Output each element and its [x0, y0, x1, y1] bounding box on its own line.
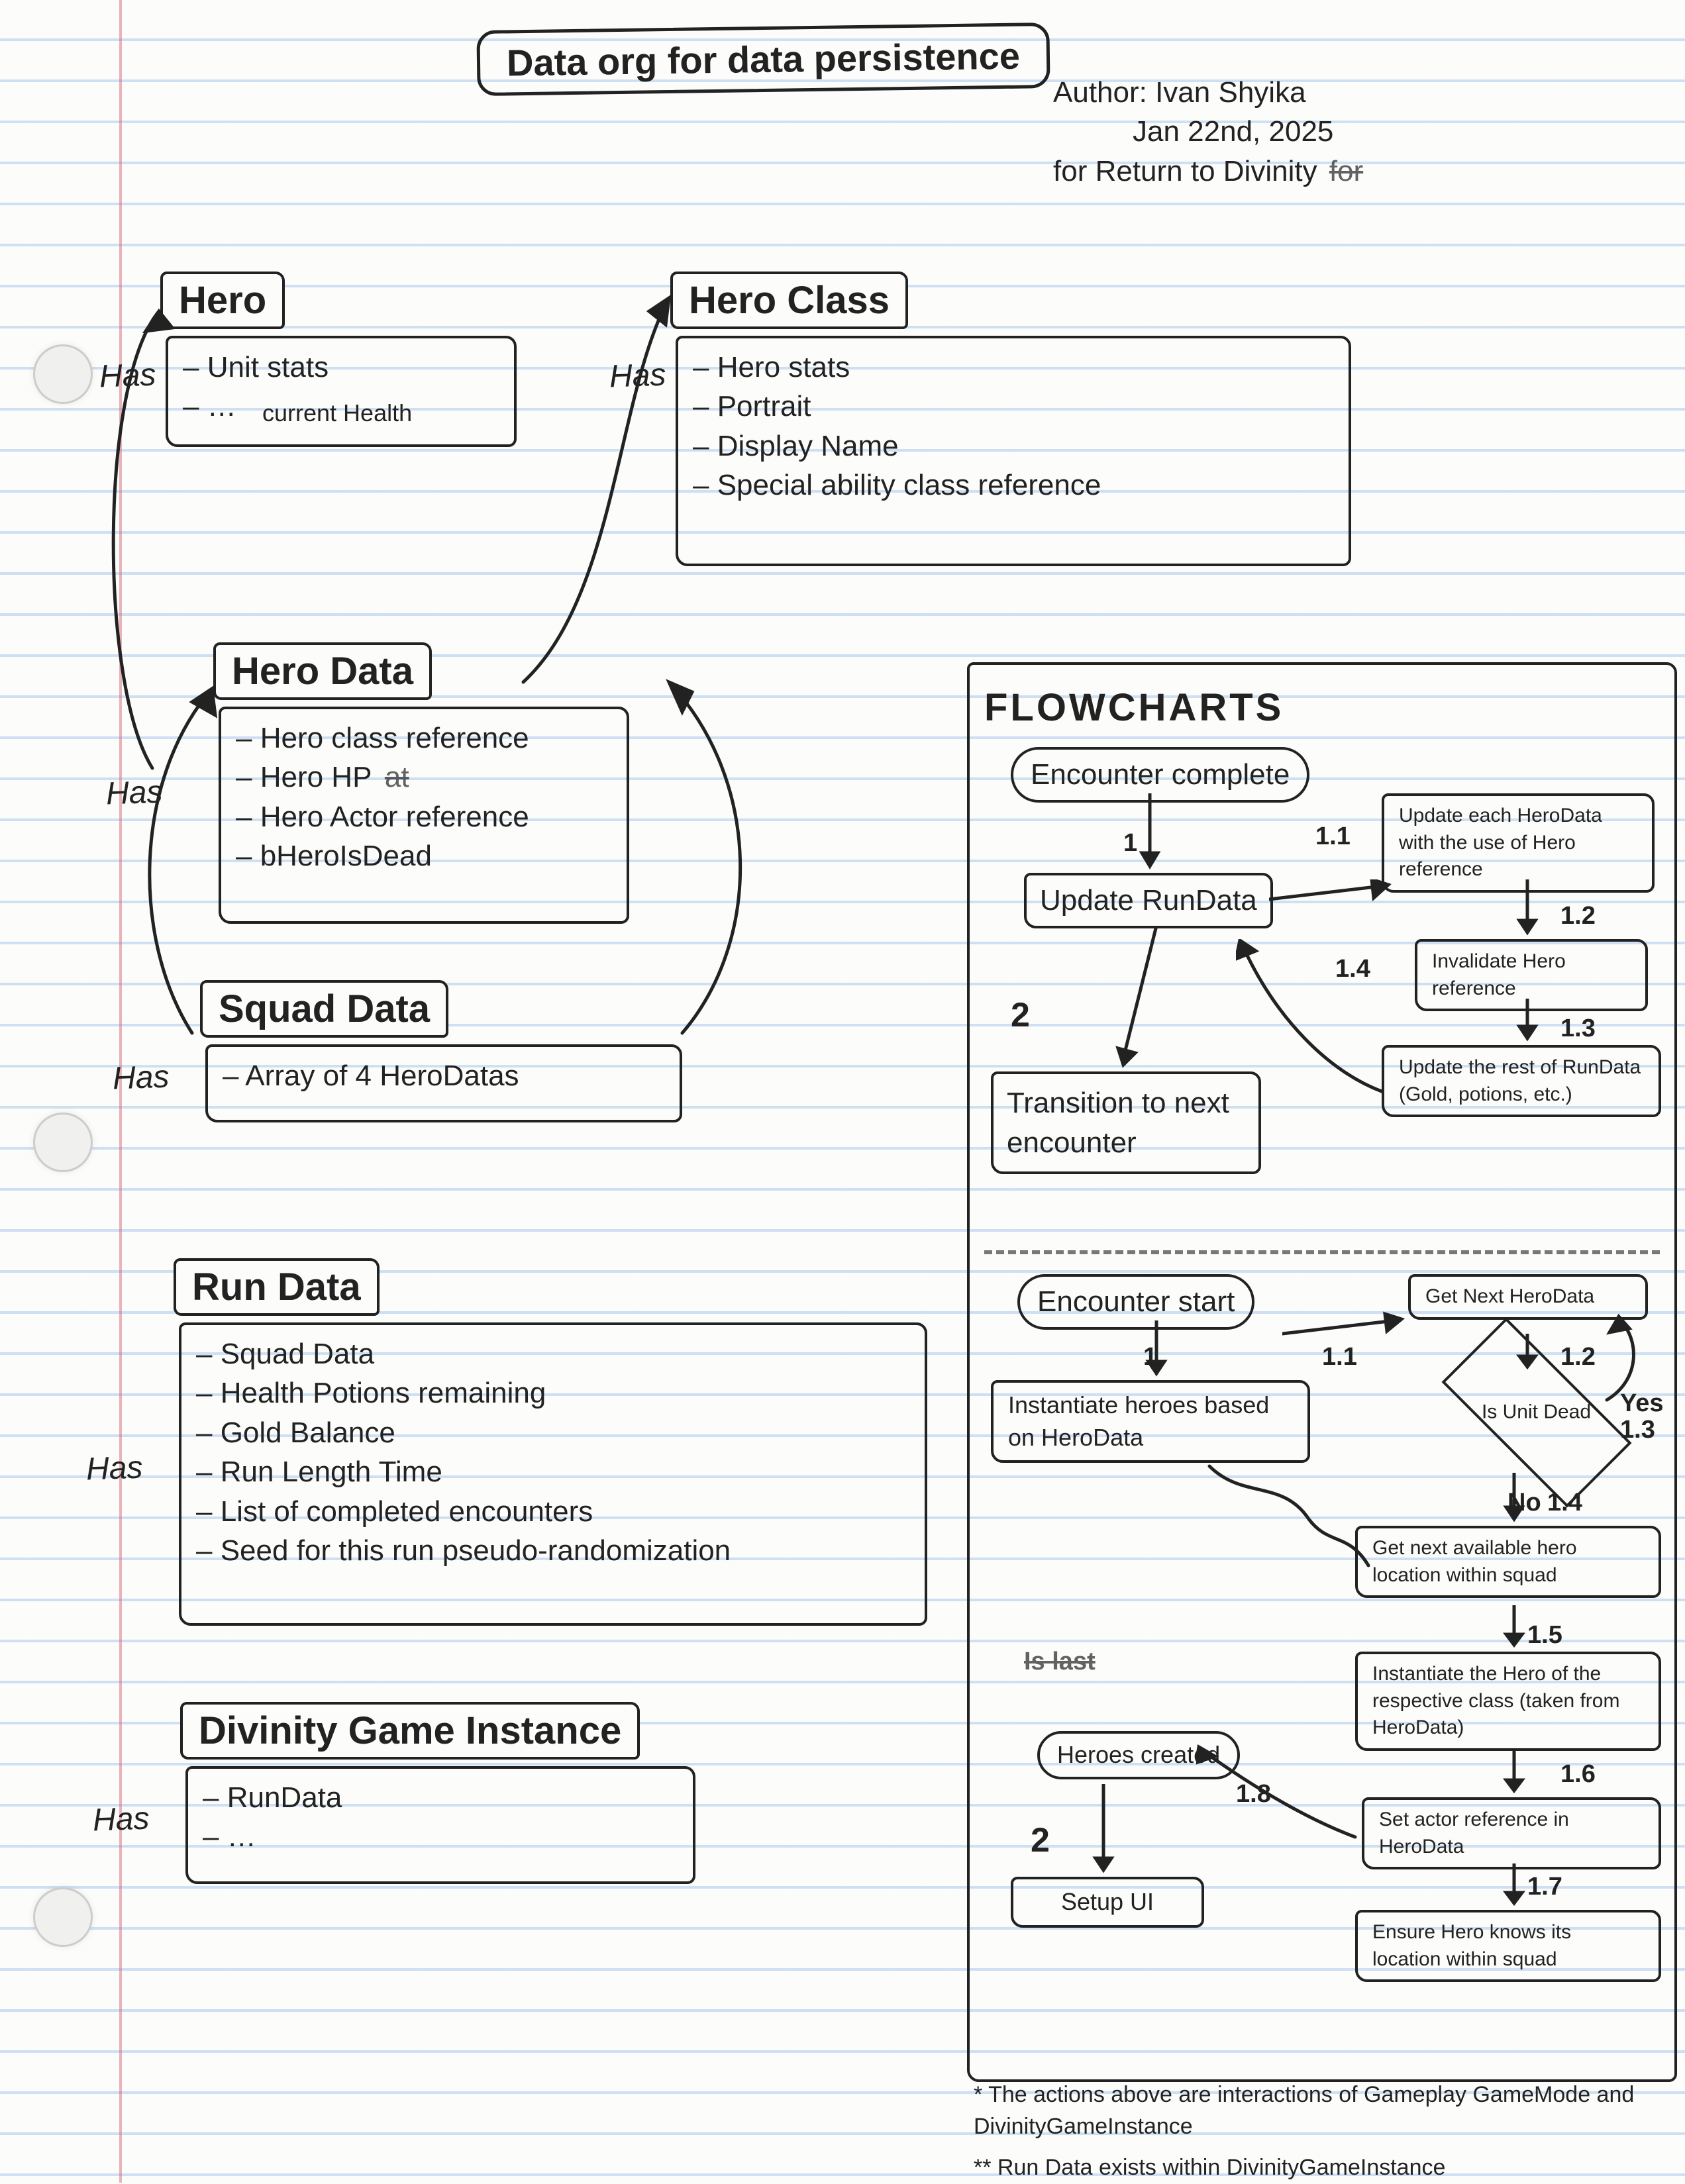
arrow-squaddata-to-herodata-back [656, 662, 788, 1113]
arrow-down-icon [1494, 1863, 1534, 1910]
fc-set-actor: Set actor reference in HeroData [1362, 1797, 1661, 1869]
is-last-label: Is last [1024, 1645, 1096, 1679]
hero-annotation: current Health [262, 397, 499, 430]
hero-class-item: Display Name [693, 426, 1334, 466]
arrow-down-icon [1494, 1751, 1534, 1797]
step-label: 1.6 [1560, 1758, 1596, 1791]
step-label: 2 [1031, 1817, 1050, 1863]
arrow-up-yes-icon [1600, 1314, 1653, 1407]
game-instance-item: … [203, 1817, 678, 1856]
arrow-down-icon [1507, 879, 1547, 939]
arrow-squiggle-icon [1203, 1460, 1375, 1579]
squad-data-item: Array of 4 HeroDatas [223, 1056, 665, 1095]
run-data-item: Run Length Time [196, 1452, 910, 1491]
arrow-right-icon [1269, 879, 1402, 926]
arrow-down-icon [1103, 926, 1183, 1071]
fc-get-location: Get next available hero location within … [1355, 1526, 1661, 1598]
step-label: 2 [1011, 992, 1030, 1038]
hero-item: Unit stats [183, 348, 499, 387]
game-instance-item: RunData [203, 1778, 678, 1817]
arrow-down-icon [1137, 1320, 1176, 1380]
squad-data-box: Squad Data Array of 4 HeroDatas [205, 1013, 682, 1122]
fc-decision-isdead: Is Unit Dead [1448, 1367, 1625, 1458]
hero-class-item: Hero stats [693, 348, 1334, 387]
step-label: 1.3 [1620, 1413, 1655, 1447]
step-label: 1.2 [1560, 899, 1596, 933]
footnote-1: * The actions above are interactions of … [974, 2079, 1662, 2142]
hero-class-item: Portrait [693, 387, 1334, 426]
has-label: Has [85, 1450, 143, 1488]
flowchart-bottom: Encounter start Instantiate heroes based… [984, 1274, 1660, 2089]
arrow-down-icon [1507, 1334, 1547, 1373]
hero-data-item: Hero class reference [236, 719, 612, 758]
fc-instantiate-heroes: Instantiate heroes based on HeroData [991, 1380, 1310, 1463]
hero-data-item: Hero HP at [236, 758, 612, 797]
date-line: Jan 22nd, 2025 [1053, 112, 1596, 151]
fc-update-rundata: Update RunData [1024, 873, 1273, 928]
run-data-item: List of completed encounters [196, 1492, 910, 1531]
step-label: 1.4 [1547, 1486, 1582, 1520]
fc-ensure-location: Ensure Hero knows its location within sq… [1355, 1910, 1661, 1982]
footnote-2: ** Run Data exists within DivinityGameIn… [974, 2152, 1662, 2184]
punch-hole-icon [33, 1887, 93, 1947]
page-title: Data org for data persistence [476, 23, 1050, 96]
arrow-right-icon [1282, 1307, 1415, 1354]
flowchart-top: Encounter complete Update RunData Transi… [984, 747, 1660, 1237]
arrow-back-icon [1236, 939, 1395, 1111]
step-label: 1.1 [1315, 820, 1351, 854]
fc-instantiate-class: Instantiate the Hero of the respective c… [1355, 1652, 1661, 1751]
hero-data-item: bHeroIsDead [236, 836, 612, 875]
project-line: for Return to Divinity for [1053, 152, 1596, 191]
hero-class-body: Hero stats Portrait Display Name Special… [676, 336, 1351, 566]
fc-side-update-rest: Update the rest of RunData (Gold, potion… [1382, 1045, 1661, 1117]
game-instance-title: Divinity Game Instance [180, 1702, 640, 1760]
arrow-herodata-to-heroclass [497, 265, 709, 695]
hero-class-item: Special ability class reference [693, 466, 1334, 505]
arrow-down-icon [1494, 1473, 1534, 1526]
squad-data-body: Array of 4 HeroDatas [205, 1044, 682, 1122]
arrow-down-icon [1130, 793, 1170, 873]
flowcharts-panel: FLOWCHARTS Encounter complete Update Run… [967, 662, 1677, 2082]
arrow-down-icon [1494, 1605, 1534, 1652]
arrow-down-icon [1507, 999, 1547, 1045]
fc-side-update-each: Update each HeroData with the use of Her… [1382, 793, 1655, 893]
flowcharts-title: FLOWCHARTS [984, 682, 1660, 734]
run-data-body: Squad Data Health Potions remaining Gold… [179, 1322, 927, 1626]
arrow-down-icon [1084, 1784, 1123, 1877]
step-label: 1.2 [1560, 1340, 1596, 1374]
fc-setup-ui: Setup UI [1011, 1877, 1204, 1928]
arrow-squaddata-to-herodata [113, 662, 258, 1113]
has-label: Has [92, 1801, 150, 1839]
hero-data-item: Hero Actor reference [236, 797, 612, 836]
run-data-item: Gold Balance [196, 1413, 910, 1452]
flowchart-separator [984, 1250, 1660, 1254]
game-instance-box: Divinity Game Instance RunData … [185, 1735, 695, 1884]
step-label: 1.3 [1560, 1012, 1596, 1046]
hero-data-box: Hero Data Hero class reference Hero HP a… [219, 675, 629, 924]
game-instance-body: RunData … [185, 1766, 695, 1884]
hero-data-body: Hero class reference Hero HP at Hero Act… [219, 707, 629, 924]
fc-get-next-herodata: Get Next HeroData [1408, 1274, 1648, 1320]
fc-transition: Transition to next encounter [991, 1071, 1261, 1174]
run-data-title: Run Data [174, 1258, 380, 1316]
run-data-item: Squad Data [196, 1334, 910, 1373]
run-data-item: Seed for this run pseudo-randomization [196, 1531, 910, 1570]
hero-class-box: Hero Class Hero stats Portrait Display N… [676, 305, 1351, 566]
arrow-back-heroes-created [1196, 1744, 1368, 1863]
run-data-box: Run Data Squad Data Health Potions remai… [179, 1291, 927, 1626]
author-meta: Author: Ivan Shyika Jan 22nd, 2025 for R… [1053, 73, 1596, 191]
author-line: Author: Ivan Shyika [1053, 73, 1596, 112]
run-data-item: Health Potions remaining [196, 1373, 910, 1413]
